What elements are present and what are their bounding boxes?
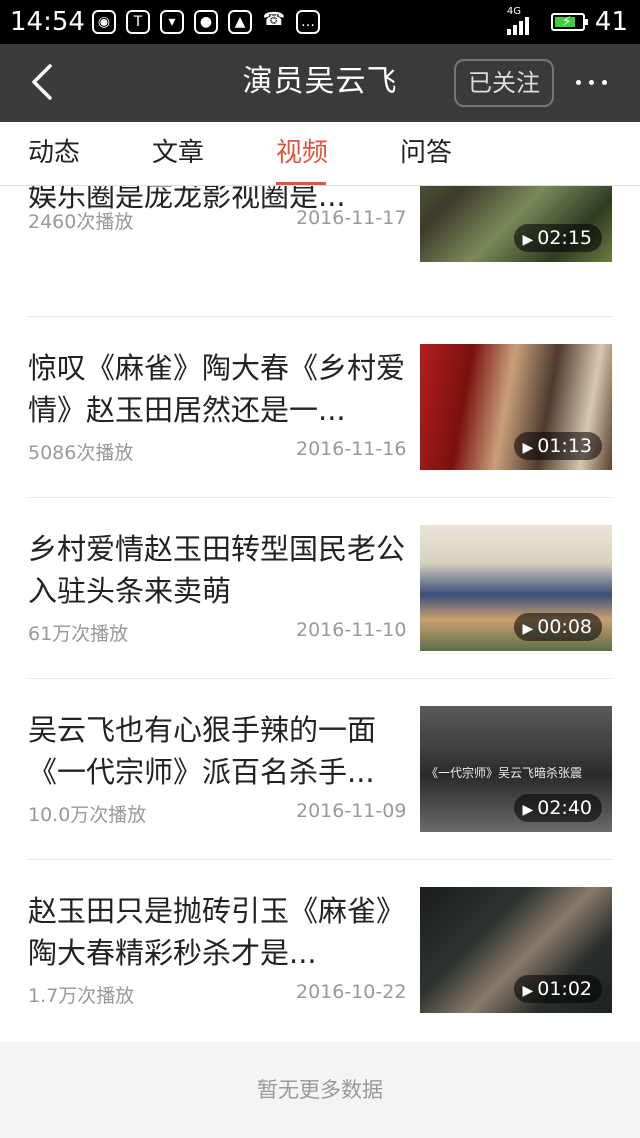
play-count: 10.0万次播放 [28,804,147,826]
message-icon: … [296,10,320,34]
play-count: 61万次播放 [28,623,129,645]
image-icon: ▲ [228,10,252,34]
play-icon: ▶ [522,440,534,456]
duration-badge: ▶ 01:02 [514,975,602,1003]
battery-icon: ⚡ [550,13,588,31]
toutiao-icon: T [126,10,150,34]
play-icon: ▶ [522,621,534,637]
video-thumbnail[interactable]: ▶ 02:15 [420,186,612,262]
battery-level: 41 [594,7,628,37]
tab-qa[interactable]: 问答 [400,136,452,170]
network-type: 4G [506,6,522,17]
publish-date: 2016-11-10 [296,619,407,641]
follow-button[interactable]: 已关注 [454,59,554,107]
missed-call-icon: ☎ [262,9,286,30]
duration-badge: ▶ 02:40 [514,794,602,822]
publish-date: 2016-10-22 [296,981,407,1003]
play-icon: ▶ [522,802,534,818]
publish-date: 2016-11-09 [296,800,407,822]
video-title: 乡村爱情赵玉田转型国民老公 入驻头条来卖萌 [28,532,406,608]
thumbnail-caption: 《一代宗师》吴云飞暗杀张震 [426,766,583,780]
play-count: 1.7万次播放 [28,985,135,1007]
video-item[interactable]: 惊叹《麻雀》陶大春《乡村爱情》赵玉田居然还是一... 5086次播放 2016-… [0,317,640,498]
play-icon: ▶ [522,983,534,999]
nav-bar: 演员吴云飞 已关注 [0,44,640,122]
signal-icon: 4G [506,6,541,37]
status-right: 4G ⚡ 41 [506,6,628,38]
status-bar: 14:54 ◉ T ▾ ● ▲ ☎ … 4G ⚡ 41 [0,0,640,44]
more-options-button[interactable] [574,62,610,102]
play-count: 2460次播放 [28,211,134,233]
video-thumbnail[interactable]: 《一代宗师》吴云飞暗杀张震 ▶ 02:40 [420,706,612,832]
active-tab-indicator [276,182,326,185]
notification-icons: ◉ T ▾ ● ▲ ☎ … [92,10,320,34]
play-icon: ▶ [522,232,534,248]
duration-badge: ▶ 02:15 [514,224,602,252]
video-list: 可以把玫瑰花唱成大老爷们的娱乐圈是庞龙影视圈是... 2460次播放 2016-… [0,186,640,1042]
video-thumbnail[interactable]: ▶ 01:13 [420,344,612,470]
tab-bar: 动态 文章 视频 问答 [0,122,640,186]
status-time: 14:54 [10,7,85,37]
video-title: 赵玉田只是抛砖引玉《麻雀》陶大春精彩秒杀才是... [28,894,406,970]
play-count: 5086次播放 [28,442,134,464]
video-thumbnail[interactable]: ▶ 01:02 [420,887,612,1013]
shield-icon: ▾ [160,10,184,34]
video-item[interactable]: 吴云飞也有心狠手辣的一面《一代宗师》派百名杀手... 10.0万次播放 2016… [0,679,640,860]
video-title: 惊叹《麻雀》陶大春《乡村爱情》赵玉田居然还是一... [28,351,406,427]
weibo-icon: ◉ [92,10,116,34]
duration-badge: ▶ 00:08 [514,613,602,641]
location-icon: ● [194,10,218,34]
video-thumbnail[interactable]: ▶ 00:08 [420,525,612,651]
publish-date: 2016-11-16 [296,438,407,460]
video-title: 吴云飞也有心狠手辣的一面《一代宗师》派百名杀手... [28,713,377,789]
no-more-data: 暂无更多数据 [0,1042,640,1138]
publish-date: 2016-11-17 [296,207,407,229]
video-item[interactable]: 赵玉田只是抛砖引玉《麻雀》陶大春精彩秒杀才是... 1.7万次播放 2016-1… [0,860,640,1041]
tab-dynamics[interactable]: 动态 [28,136,80,170]
duration-badge: ▶ 01:13 [514,432,602,460]
video-item[interactable]: 乡村爱情赵玉田转型国民老公 入驻头条来卖萌 61万次播放 2016-11-10 … [0,498,640,679]
video-item[interactable]: 可以把玫瑰花唱成大老爷们的娱乐圈是庞龙影视圈是... 2460次播放 2016-… [0,186,640,317]
tab-videos[interactable]: 视频 [276,136,328,170]
tab-articles[interactable]: 文章 [152,136,204,170]
